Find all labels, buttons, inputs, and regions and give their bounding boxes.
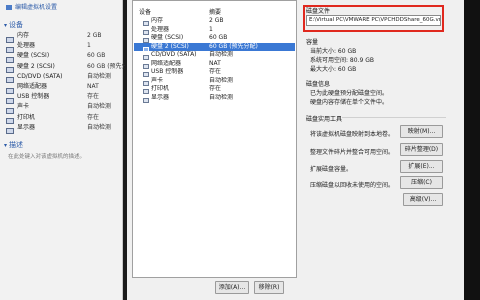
- remove-device-button[interactable]: 移除(R): [254, 281, 284, 294]
- device-value: 60 GB: [87, 52, 106, 60]
- device-value: 自动检测: [87, 103, 112, 111]
- device-name: 硬盘 (SCSI): [17, 52, 50, 60]
- device-row-name: 显示器: [151, 93, 170, 101]
- advanced-button[interactable]: 高级(V)...: [403, 193, 443, 206]
- summary-device-printer[interactable]: 打印机 存在: [6, 113, 120, 125]
- device-row-display[interactable]: 显示器 自动检测: [134, 93, 295, 103]
- add-device-button[interactable]: 添加(A)...: [215, 281, 249, 294]
- description-placeholder[interactable]: 在此处键入对该虚拟机的描述。: [8, 152, 85, 160]
- device-row-hard-disk[interactable]: 硬盘 (SCSI) 60 GB: [134, 34, 295, 43]
- device-name: 声卡: [17, 103, 30, 111]
- device-row-processor[interactable]: 处理器 1: [134, 25, 295, 35]
- summary-device-cd-dvd[interactable]: CD/DVD (SATA) 自动检测: [6, 72, 120, 84]
- device-name: 硬盘 2 (SCSI): [17, 62, 55, 70]
- collapse-triangle-icon[interactable]: ▾: [4, 22, 7, 29]
- disk-utilities-header: 磁盘实用工具: [306, 116, 343, 123]
- display-icon: [6, 128, 14, 135]
- disk-info-line2: 硬盘内容存储在单个文件中。: [310, 99, 389, 106]
- summary-device-hard-disk[interactable]: 硬盘 (SCSI) 60 GB: [6, 51, 120, 63]
- device-row-name: 声卡: [151, 76, 164, 84]
- device-value: 存在: [87, 113, 100, 121]
- capacity-header: 容量: [306, 39, 319, 46]
- description-section-header[interactable]: ▾ 描述: [4, 140, 23, 150]
- summary-device-network-adapter[interactable]: 网络适配器 NAT: [6, 82, 120, 94]
- collapse-triangle-icon[interactable]: ▾: [4, 142, 7, 149]
- device-row-name: CD/DVD (SATA): [151, 51, 197, 58]
- device-value: 1: [87, 42, 91, 50]
- device-row-name: 打印机: [151, 85, 170, 92]
- device-name: USB 控制器: [17, 93, 50, 101]
- device-row-summary: 自动检测: [209, 93, 234, 101]
- disk-info-line1: 已为此硬盘预分配磁盘空间。: [310, 90, 389, 97]
- device-row-usb-controller[interactable]: USB 控制器 存在: [134, 68, 295, 77]
- device-row-summary: 1: [209, 25, 213, 33]
- device-row-network-adapter[interactable]: 网络适配器 NAT: [134, 59, 295, 69]
- device-row-name: 硬盘 (SCSI): [151, 34, 184, 41]
- summary-device-display[interactable]: 显示器 自动检测: [6, 123, 120, 135]
- device-row-name: 内存: [151, 17, 164, 24]
- edit-vm-settings-link[interactable]: 编辑虚拟机设置: [6, 2, 57, 11]
- device-row-summary: 存在: [209, 68, 222, 75]
- device-value: 自动检测: [87, 123, 112, 131]
- vm-summary-panel: 编辑虚拟机设置 ▾ 设备 内存 2 GB 处理器 1 硬盘 (SCSI) 60 GB 硬盘 2…: [0, 0, 125, 300]
- device-name: CD/DVD (SATA): [17, 72, 63, 80]
- summary-device-usb-controller[interactable]: USB 控制器 存在: [6, 92, 120, 104]
- device-value: 2 GB: [87, 32, 102, 39]
- defrag-button[interactable]: 碎片整理(D): [400, 143, 443, 156]
- device-name: 处理器: [17, 42, 36, 50]
- disk-file-path-field[interactable]: E:\Virtual PC\VMWARE PC\VPCHDDShare_60G.…: [306, 15, 441, 26]
- device-value: 存在: [87, 93, 100, 101]
- device-name: 内存: [17, 32, 30, 39]
- device-row-name: 网络适配器: [151, 59, 182, 67]
- free-space-text: 系统可用空间: 80.9 GB: [310, 57, 374, 64]
- device-name: 网络适配器: [17, 83, 48, 90]
- device-name: 显示器: [17, 123, 36, 131]
- device-value: NAT: [87, 83, 99, 90]
- compact-description: 压缩磁盘以回收未使用的空间。: [310, 182, 395, 189]
- max-size-text: 最大大小: 60 GB: [310, 66, 357, 73]
- summary-device-sound-card[interactable]: 声卡 自动检测: [6, 102, 120, 114]
- device-row-summary: 存在: [209, 85, 222, 92]
- device-row-summary: 自动检测: [209, 51, 234, 58]
- device-row-hard-disk-2[interactable]: 硬盘 2 (SCSI) 60 GB (预先分配): [134, 42, 295, 52]
- device-row-summary: 自动检测: [209, 76, 234, 84]
- device-value: 自动检测: [87, 72, 112, 80]
- device-row-name: 处理器: [151, 25, 170, 33]
- summary-device-memory[interactable]: 内存 2 GB: [6, 31, 120, 43]
- settings-icon: [6, 5, 12, 10]
- disk-info-header: 磁盘信息: [306, 81, 331, 88]
- device-list[interactable]: 设备 摘要 内存 2 GB 处理器 1 硬盘 (SCSI) 60 GB 硬盘 2 (SCSI…: [132, 0, 297, 278]
- current-size-text: 当前大小: 60 GB: [310, 48, 357, 55]
- device-row-memory[interactable]: 内存 2 GB: [134, 17, 295, 26]
- devices-section-header[interactable]: ▾ 设备: [4, 20, 23, 30]
- summary-device-processor[interactable]: 处理器 1: [6, 41, 120, 53]
- display-icon: [143, 97, 149, 103]
- device-value: 60 GB (预先分...: [87, 62, 125, 70]
- device-row-name: USB 控制器: [151, 68, 184, 75]
- device-row-cd-dvd[interactable]: CD/DVD (SATA) 自动检测: [134, 51, 295, 60]
- expand-button[interactable]: 扩展(E)...: [400, 160, 443, 173]
- summary-device-hard-disk-2[interactable]: 硬盘 2 (SCSI) 60 GB (预先分...: [6, 62, 125, 74]
- device-column-header: 设备: [139, 9, 152, 16]
- device-name: 打印机: [17, 113, 36, 121]
- defrag-description: 整理文件碎片并整合可用空间。: [310, 149, 395, 156]
- map-description: 将该虚拟机磁盘映射到本地卷。: [310, 131, 395, 138]
- device-row-summary: 60 GB (预先分配): [209, 42, 258, 50]
- map-button[interactable]: 映射(M)...: [400, 125, 443, 138]
- background-edge: [464, 0, 480, 300]
- disk-file-header: 磁盘文件: [306, 8, 331, 15]
- expand-description: 扩展磁盘容量。: [310, 166, 353, 173]
- compact-button[interactable]: 压缩(C): [400, 176, 443, 189]
- device-row-sound-card[interactable]: 声卡 自动检测: [134, 76, 295, 86]
- device-row-summary: 2 GB: [209, 17, 224, 24]
- group-divider: [342, 117, 446, 118]
- device-row-summary: 60 GB: [209, 34, 228, 41]
- device-row-name: 硬盘 2 (SCSI): [151, 42, 189, 50]
- summary-column-header: 摘要: [209, 9, 222, 16]
- device-row-summary: NAT: [209, 59, 221, 67]
- device-row-printer[interactable]: 打印机 存在: [134, 85, 295, 94]
